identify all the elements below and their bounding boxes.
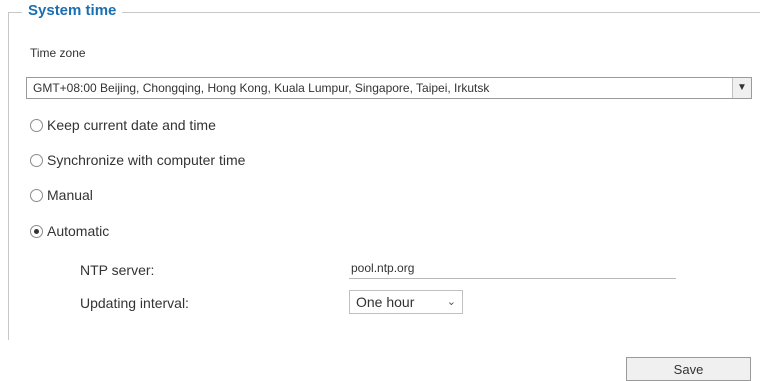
- timezone-select[interactable]: GMT+08:00 Beijing, Chongqing, Hong Kong,…: [26, 77, 752, 99]
- save-button[interactable]: Save: [626, 357, 751, 381]
- chevron-down-icon: ⌄: [446, 296, 456, 308]
- radio-manual[interactable]: Manual: [30, 187, 93, 203]
- updating-interval-label: Updating interval:: [80, 295, 189, 311]
- timezone-label: Time zone: [30, 46, 86, 60]
- ntp-server-label: NTP server:: [80, 262, 155, 278]
- radio-button-icon[interactable]: [30, 153, 43, 167]
- radio-keep-current[interactable]: Keep current date and time: [30, 117, 216, 133]
- timezone-value: GMT+08:00 Beijing, Chongqing, Hong Kong,…: [33, 81, 490, 95]
- radio-label: Automatic: [47, 223, 110, 239]
- radio-button-icon[interactable]: [30, 188, 43, 202]
- radio-sync-computer[interactable]: Synchronize with computer time: [30, 152, 245, 168]
- updating-interval-select[interactable]: One hour ⌄: [349, 290, 463, 314]
- chevron-down-icon[interactable]: ▼: [732, 78, 751, 98]
- ntp-server-input[interactable]: [349, 258, 676, 279]
- section-title: System time: [22, 2, 123, 19]
- radio-button-icon[interactable]: [30, 118, 43, 132]
- radio-label: Manual: [47, 187, 93, 203]
- radio-automatic[interactable]: Automatic: [30, 223, 109, 239]
- radio-label: Synchronize with computer time: [47, 152, 246, 168]
- radio-label: Keep current date and time: [47, 117, 216, 133]
- radio-button-checked-icon[interactable]: [30, 224, 43, 238]
- interval-value: One hour: [356, 294, 415, 310]
